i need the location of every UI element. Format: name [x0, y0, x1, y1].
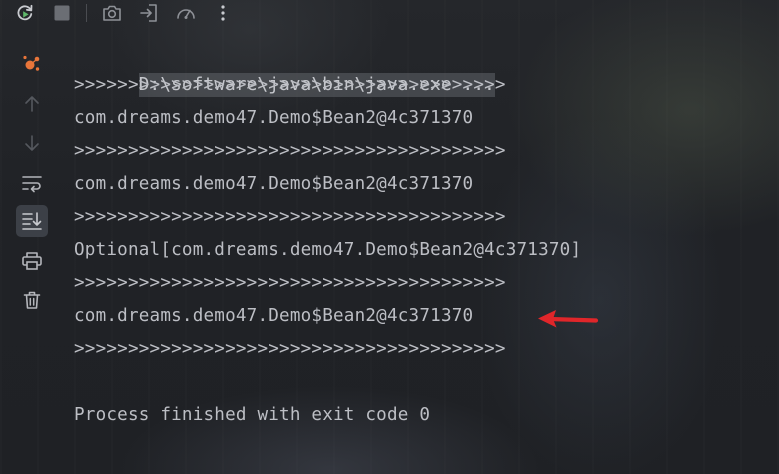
- scroll-to-end-icon[interactable]: [16, 205, 48, 237]
- services-icon[interactable]: [16, 48, 48, 80]
- camera-icon[interactable]: [101, 2, 123, 24]
- more-options-icon[interactable]: [212, 2, 234, 24]
- trash-icon[interactable]: [16, 284, 48, 316]
- console-line: >>>>>>>>>>>>>>>>>>>>>>>>>>>>>>>>>>>>>>>>: [74, 339, 506, 359]
- run-toolbar: [0, 0, 779, 26]
- print-icon[interactable]: [16, 245, 48, 277]
- red-arrow-annotation: [536, 306, 602, 338]
- rerun-icon[interactable]: [14, 2, 36, 24]
- console-line: >>>>>>>>>>>>>>>>>>>>>>>>>>>>>>>>>>>>>>>>: [74, 273, 506, 293]
- toolbar-separator: [86, 4, 87, 22]
- console-line-command: D:\software\java\bin\java.exe ...: [74, 36, 495, 97]
- console-line: com.dreams.demo47.Demo$Bean2@4c371370: [74, 174, 474, 194]
- import-exit-icon[interactable]: [138, 2, 160, 24]
- console-side-toolbar: [0, 26, 58, 474]
- console-line: >>>>>>>>>>>>>>>>>>>>>>>>>>>>>>>>>>>>>>>>: [74, 141, 506, 161]
- console-line: Optional[com.dreams.demo47.Demo$Bean2@4c…: [74, 240, 582, 260]
- console-line-exit: Process finished with exit code 0: [74, 405, 431, 425]
- soft-wrap-icon[interactable]: [16, 167, 48, 199]
- stop-icon[interactable]: [51, 2, 73, 24]
- console-line: >>>>>>>>>>>>>>>>>>>>>>>>>>>>>>>>>>>>>>>>: [74, 75, 506, 95]
- run-console-window: D:\software\java\bin\java.exe ... >>>>>>…: [0, 0, 779, 474]
- console-line: com.dreams.demo47.Demo$Bean2@4c371370: [74, 306, 474, 326]
- console-line: com.dreams.demo47.Demo$Bean2@4c371370: [74, 108, 474, 128]
- arrow-up-icon[interactable]: [16, 88, 48, 120]
- arrow-down-icon[interactable]: [16, 127, 48, 159]
- gauge-icon[interactable]: [175, 2, 197, 24]
- console-line: >>>>>>>>>>>>>>>>>>>>>>>>>>>>>>>>>>>>>>>>: [74, 207, 506, 227]
